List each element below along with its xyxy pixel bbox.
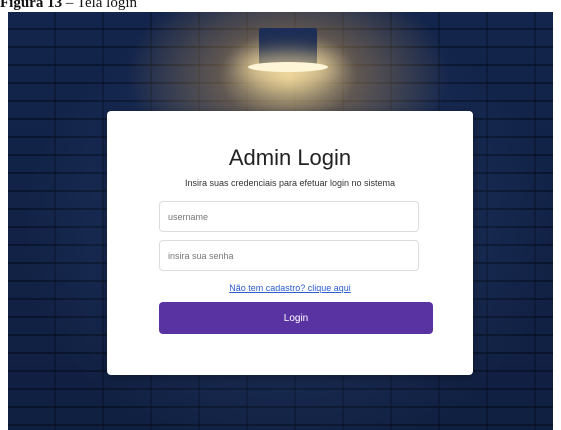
login-title: Admin Login bbox=[228, 145, 352, 170]
login-card: Admin Login Insira suas credenciais para… bbox=[107, 111, 473, 375]
login-subtitle: Insira suas credenciais para efetuar log… bbox=[184, 178, 396, 188]
password-input[interactable] bbox=[159, 240, 419, 271]
login-background: Admin Login Insira suas credenciais para… bbox=[8, 12, 553, 430]
username-input[interactable] bbox=[159, 201, 419, 232]
lamp-light-image bbox=[248, 62, 328, 72]
figure-caption: Figura 13 – Tela login bbox=[0, 0, 200, 12]
figure-caption-separator: – bbox=[62, 0, 77, 11]
wall-lamp-image bbox=[259, 28, 317, 64]
figure-caption-label: Figura 13 bbox=[0, 0, 63, 11]
register-link[interactable]: Não tem cadastro? clique aqui bbox=[107, 282, 473, 294]
figure-caption-text: Tela login bbox=[76, 0, 138, 11]
login-button[interactable]: Login bbox=[159, 302, 433, 334]
